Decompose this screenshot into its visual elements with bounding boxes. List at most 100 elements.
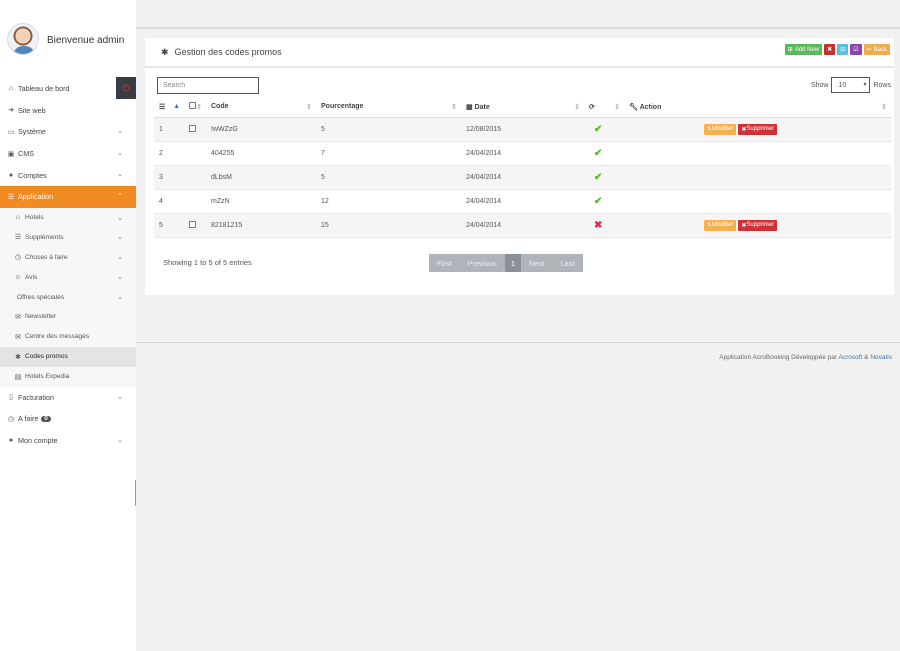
sidebar-subitem-label: Hotels Expedia xyxy=(25,373,70,381)
footer-link-novatis[interactable]: Novatis xyxy=(870,354,892,361)
rows-select[interactable]: 10 ▾ xyxy=(831,77,871,93)
chevron-down-icon: ⌄ xyxy=(117,254,123,262)
power-icon[interactable]: ⏻ xyxy=(116,77,136,99)
delete-button[interactable]: ✖ Supprimer xyxy=(738,219,778,231)
sidebar-subitem-6[interactable]: ✉ Centre des messages xyxy=(0,327,136,347)
col-select[interactable]: ⇕ xyxy=(184,97,206,118)
sidebar-subitem-5[interactable]: ✉ Newsletter xyxy=(0,307,136,327)
pager-next[interactable]: Next xyxy=(520,254,553,272)
smile-icon: ☺ xyxy=(14,273,22,281)
sidebar-subitem-2[interactable]: ◷ Choses à faire ⌄ xyxy=(0,247,136,267)
row-number: 1 xyxy=(159,125,163,133)
sidebar-subitem-1[interactable]: ☰ Suppléments ⌄ xyxy=(0,227,136,247)
row-date: 24/04/2014 xyxy=(466,149,502,157)
main-panel: ✱ Gestion des codes promos ⊞ Add New ✖ ⊟ ☑… xyxy=(145,38,894,295)
sidebar-item-label: Facturation xyxy=(18,392,54,402)
chevron-up-icon: ⌃ xyxy=(117,192,123,200)
search-input[interactable] xyxy=(157,77,259,94)
col-code[interactable]: Code ⇕ xyxy=(206,97,316,118)
sidebar-subitem-7[interactable]: ✱ Codes promos xyxy=(0,346,136,367)
add-new-label: Add New xyxy=(794,46,820,53)
check-button[interactable]: ☑ xyxy=(850,44,862,55)
col-date-label: Date xyxy=(474,103,490,111)
clock-icon: ◷ xyxy=(7,415,15,423)
promo-table: ☰ ▲ ⇕ Code ⇕ Pourcentage ⇕ ▦ Date ⇕ ⟳ ⇕ 🔧︎ Ac… xyxy=(154,97,891,238)
row-date: 24/04/2014 xyxy=(466,197,502,205)
file-icon: ▯ xyxy=(9,394,13,402)
cross-icon[interactable]: ✖ xyxy=(594,220,602,231)
rows-value: 10 xyxy=(838,81,847,89)
col-percent-label: Pourcentage xyxy=(321,103,364,111)
back-button[interactable]: ⇚ Back xyxy=(863,44,890,55)
sidebar-item-1[interactable]: ➜ Site web xyxy=(0,100,136,122)
delete-button[interactable]: ✖ Supprimer xyxy=(738,123,778,135)
row-percent: 5 xyxy=(321,173,325,181)
delete-selected-button[interactable]: ✖ xyxy=(824,44,836,55)
modify-button[interactable]: ✎ Modifier xyxy=(704,219,737,231)
sidebar-bottom-item-0[interactable]: ▯ Facturation ⌄ xyxy=(0,387,136,409)
check-icon[interactable]: ✔ xyxy=(594,172,602,183)
page-title-text: Gestion des codes promos xyxy=(174,47,282,57)
sidebar-subitem-3[interactable]: ☺ Avis ⌄ xyxy=(0,267,136,287)
modify-label: Modifier xyxy=(712,222,734,228)
row-percent: 15 xyxy=(321,221,329,229)
sidebar-subitem-8[interactable]: ▤ Hotels Expedia xyxy=(0,367,136,387)
sidebar-subitem-label: Codes promos xyxy=(25,353,68,361)
sidebar-nav: ⌂ Tableau de bord ➜ Site web ▭ Système ⌄ ▣ CMS ⌄ ●… xyxy=(0,78,136,451)
sort-icon: ⇕ xyxy=(614,104,620,111)
back-label: Back xyxy=(873,46,887,53)
sidebar-item-5[interactable]: ☰ Application ⌃ xyxy=(0,185,136,208)
col-action[interactable]: 🔧︎ Action ⇕ xyxy=(624,97,891,118)
row-code: mZzN xyxy=(211,197,230,205)
pagination: First Previous 1 Next Last xyxy=(429,254,583,272)
select-all-checkbox[interactable] xyxy=(189,102,196,110)
sidebar-bottom-item-2[interactable]: ● Mon compte ⌄ xyxy=(0,430,136,452)
row-percent: 7 xyxy=(321,149,325,157)
footer: Application AcroBooking Développée par A… xyxy=(719,354,892,361)
sidebar-item-4[interactable]: ● Comptes ⌄ xyxy=(0,164,136,186)
calendar-icon: ▦ xyxy=(466,103,475,111)
row-code: IwWZzG xyxy=(211,125,238,133)
col-status[interactable]: ⟳ ⇕ xyxy=(584,97,624,118)
sort-icon: ⇕ xyxy=(574,104,580,111)
sidebar: Bienvenue admin ⌂ Tableau de bord ➜ Site we… xyxy=(0,0,136,651)
list-ol-icon: ☰ xyxy=(159,103,166,111)
sidebar-item-label: A faire xyxy=(18,414,39,424)
row-percent: 5 xyxy=(321,125,325,133)
check-icon[interactable]: ✔ xyxy=(594,196,602,207)
sidebar-subitem-label: Avis xyxy=(25,273,38,281)
list-icon: ☰ xyxy=(14,234,22,242)
col-percent[interactable]: Pourcentage ⇕ xyxy=(316,97,461,118)
sidebar-item-2[interactable]: ▭ Système ⌄ xyxy=(0,121,136,143)
row-number: 3 xyxy=(159,173,163,181)
sidebar-subitem-0[interactable]: ⌂ Hotels ⌄ xyxy=(0,208,136,228)
pager-first[interactable]: First xyxy=(429,254,460,272)
table-row: 3 dLbsM 5 24/04/2014 ✔ xyxy=(154,165,891,190)
sidebar-subitem-4[interactable]: Offres spéciales ⌄ xyxy=(0,287,136,307)
panel-header: ✱ Gestion des codes promos ⊞ Add New ✖ ⊟ ☑… xyxy=(145,38,894,68)
pager-last[interactable]: Last xyxy=(552,254,583,272)
sidebar-item-3[interactable]: ▣ CMS ⌄ xyxy=(0,143,136,165)
sort-icon: ⇕ xyxy=(881,104,887,111)
row-percent: 12 xyxy=(321,197,329,205)
sidebar-item-label: Système xyxy=(18,127,46,137)
row-checkbox[interactable] xyxy=(189,124,196,132)
table-row: 1 IwWZzG 5 12/08/2015 ✔ ✎ Modifier ✖ Supprimer xyxy=(154,117,891,142)
sidebar-bottom-item-1[interactable]: ◷ A faire 0 xyxy=(0,408,136,430)
row-checkbox[interactable] xyxy=(189,220,196,228)
pager-previous[interactable]: Previous xyxy=(459,254,505,272)
col-number[interactable]: ☰ ▲ xyxy=(154,97,184,118)
add-new-button[interactable]: ⊞ Add New xyxy=(784,44,823,55)
sort-asc-icon: ▲ xyxy=(173,103,180,110)
minus-button[interactable]: ⊟ xyxy=(837,44,849,55)
footer-link-acrosoft[interactable]: Acrosoft xyxy=(839,354,863,361)
col-date[interactable]: ▦ Date ⇕ xyxy=(461,97,584,118)
pager-current[interactable]: 1 xyxy=(504,254,521,272)
check-icon[interactable]: ✔ xyxy=(594,124,602,135)
check-icon[interactable]: ✔ xyxy=(594,148,602,159)
sign-in-icon: ➜ xyxy=(8,107,14,115)
show-label: Show xyxy=(810,81,829,89)
modify-button[interactable]: ✎ Modifier xyxy=(704,123,737,135)
user-icon: ● xyxy=(8,171,14,179)
sidebar-subitem-label: Centre des messages xyxy=(25,333,90,341)
